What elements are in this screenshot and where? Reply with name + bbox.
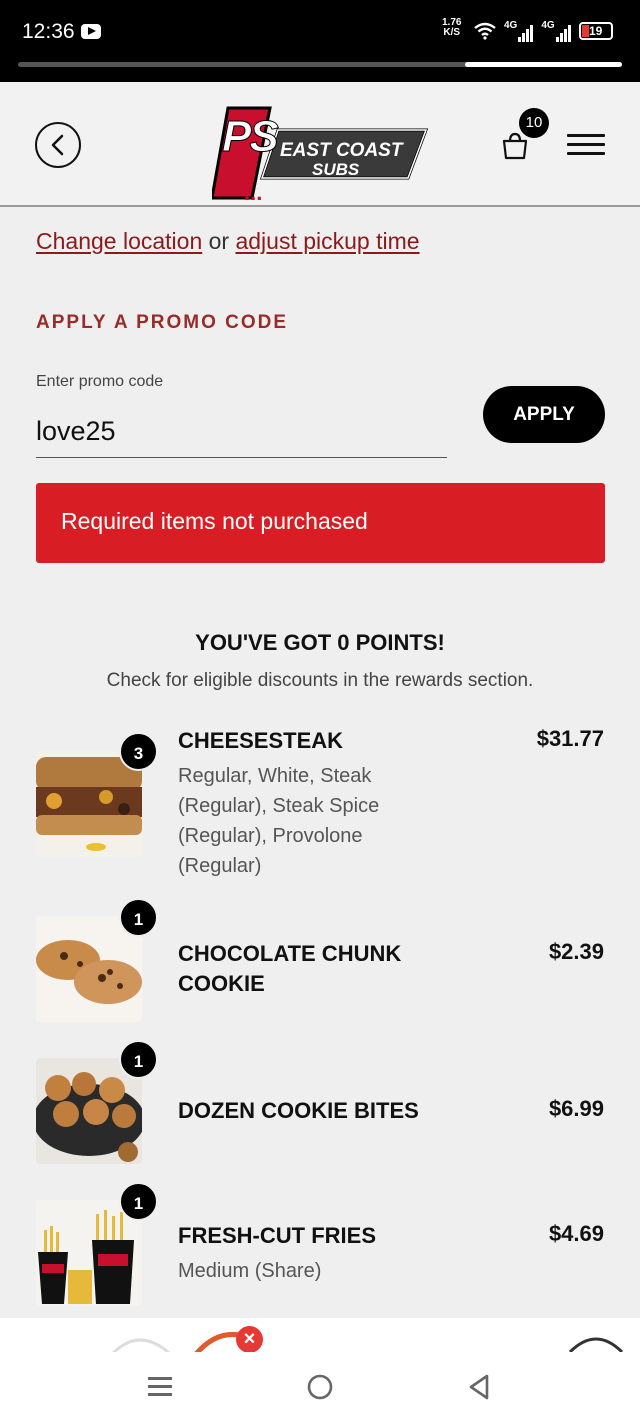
item-name: DOZEN COOKIE BITES	[178, 1098, 419, 1123]
status-time: 12:36	[22, 20, 75, 43]
change-location-link[interactable]: Change location	[36, 228, 202, 254]
item-price: $4.69	[548, 1221, 604, 1246]
status-icons: 4G 4G 19	[474, 18, 613, 44]
page-load-progress	[18, 62, 622, 67]
app-header: PS EAST COAST SUBS ... 10	[0, 82, 640, 207]
item-quantity-badge: 3	[119, 732, 158, 771]
cart-bag-icon	[502, 132, 528, 160]
adjust-pickup-time-link[interactable]: adjust pickup time	[235, 228, 419, 254]
wifi-icon	[474, 22, 496, 40]
signal-icon-sim1: 4G	[504, 20, 534, 42]
location-or: or	[202, 228, 236, 254]
status-bar: 12:36 1.76 K/S 4G 4G 19	[0, 0, 640, 82]
item-quantity-badge: 1	[119, 1182, 158, 1221]
close-floating-button[interactable]: ×	[236, 1326, 263, 1353]
logo-line2: SUBS	[312, 160, 360, 179]
cart-item[interactable]: 1 DOZEN COOKIE BITES $6.99	[0, 1040, 640, 1170]
battery-icon: 19	[578, 22, 613, 40]
item-price: $31.77	[536, 726, 604, 751]
cart-item[interactable]: 1 CHOCOLATE CHUNK COOKIE $2.39	[0, 898, 640, 1028]
item-price: $6.99	[548, 1096, 604, 1121]
promo-label: Enter promo code	[36, 373, 164, 390]
cart-item[interactable]: 1 FRESH-CUT FRIES $4.69 Medium (Share)	[0, 1182, 640, 1312]
youtube-notification-icon	[81, 24, 101, 39]
apply-button[interactable]: APPLY	[483, 386, 605, 443]
item-name: CHOCOLATE CHUNK COOKIE	[178, 941, 402, 996]
nav-home-icon[interactable]	[306, 1373, 334, 1401]
item-description: Medium (Share)	[178, 1260, 322, 1282]
logo-dots: ...	[244, 180, 263, 205]
hamburger-menu-icon	[567, 134, 605, 137]
nav-back-icon[interactable]	[467, 1373, 491, 1401]
promo-error-banner: Required items not purchased	[36, 483, 605, 563]
item-name: CHEESESTEAK	[178, 728, 344, 753]
cart-count-badge: 10	[519, 108, 549, 138]
logo-ps: PS	[222, 112, 280, 162]
location-line: Change location or adjust pickup time	[36, 228, 420, 255]
cart-item[interactable]: 3 CHEESESTEAK $31.77 Regular, White, Ste…	[0, 724, 640, 884]
hamburger-menu-button[interactable]	[567, 134, 605, 156]
logo-line1: EAST COAST	[280, 140, 403, 161]
item-quantity-badge: 1	[119, 1040, 158, 1079]
nav-recents-icon[interactable]	[147, 1374, 173, 1400]
promo-heading: APPLY A PROMO CODE	[36, 312, 289, 333]
back-chevron-icon	[51, 134, 64, 156]
item-name: FRESH-CUT FRIES	[178, 1223, 376, 1248]
points-subtitle: Check for eligible discounts in the rewa…	[106, 670, 534, 691]
back-button[interactable]	[35, 122, 81, 168]
points-title: YOU'VE GOT 0 POINTS!	[195, 630, 445, 655]
item-quantity-badge: 1	[119, 898, 158, 937]
brand-logo[interactable]: PS EAST COAST SUBS ...	[210, 106, 430, 205]
signal-icon-sim2: 4G	[541, 20, 571, 42]
promo-error-text: Required items not purchased	[61, 508, 368, 534]
network-speed: 1.76 K/S	[442, 17, 462, 38]
item-price: $2.39	[548, 939, 604, 964]
cart-button[interactable]	[500, 132, 530, 160]
item-description: Regular, White, Steak (Regular), Steak S…	[178, 765, 380, 877]
promo-code-input[interactable]	[36, 406, 447, 458]
android-nav-bar	[0, 1352, 640, 1422]
